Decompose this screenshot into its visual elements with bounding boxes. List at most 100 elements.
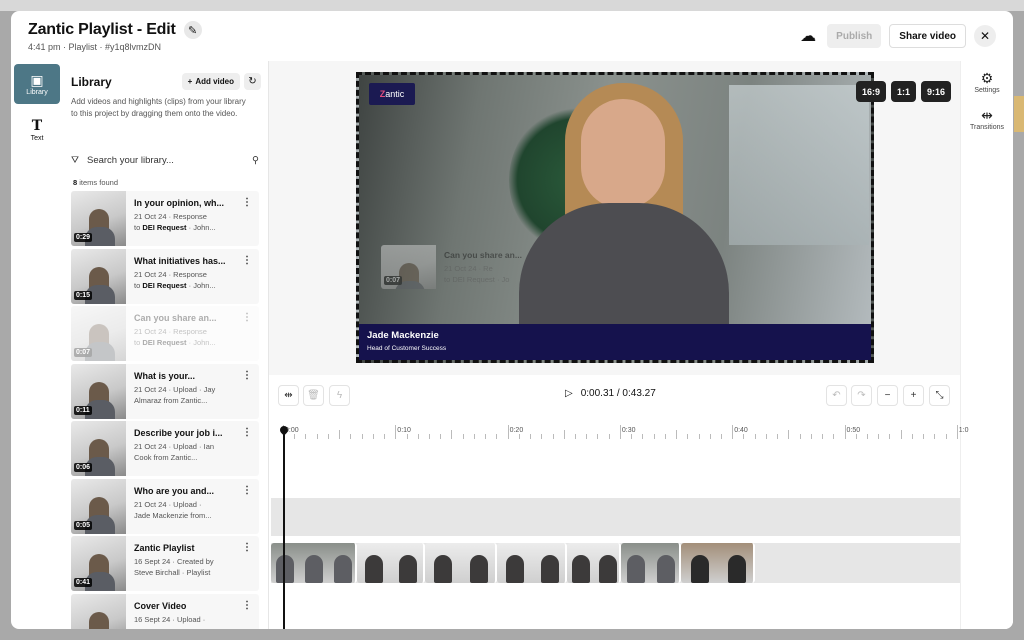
library-item-line2-pre: Steve Birchall · Playlist [134,568,211,577]
ruler-minor-tick [822,434,824,439]
more-icon[interactable]: ⋮ [242,600,252,611]
timeline-clip[interactable] [621,543,681,583]
ruler-minor-tick [788,430,790,439]
library-item-meta: 21 Oct 24 · Upload · Jay Almaraz from Zan… [134,384,236,406]
duration-badge: 0:29 [74,233,93,242]
search-icon[interactable]: ⚲ [252,155,259,166]
timeline-clip[interactable] [357,543,425,583]
ratio-9-16-button[interactable]: 9:16 [920,81,951,102]
ruler-minor-tick [496,434,498,439]
library-description: Add videos and highlights (clips) from y… [71,97,246,118]
filter-icon[interactable]: ⛛ [71,155,79,166]
library-item[interactable]: 0:15 What initiatives has... 21 Oct 24 · R… [71,248,259,304]
ruler-minor-tick [372,434,374,439]
undo-icon[interactable]: ↶ [826,385,847,406]
search-input[interactable]: Search your library... [87,155,244,166]
more-icon[interactable]: ⋮ [242,255,252,266]
redo-icon[interactable]: ↷ [851,385,872,406]
timeline-clip[interactable] [681,543,755,583]
library-item[interactable]: 0:05 Who are you and... 21 Oct 24 · Upload… [71,478,259,534]
ruler-major-tick [732,425,734,439]
rail-library[interactable]: ▣ Library [14,64,60,104]
ruler-minor-tick [720,434,722,439]
share-video-button[interactable]: Share video [889,24,966,48]
duration-badge: 0:07 [74,348,93,357]
clip-thumbnail: 0:07 [71,306,126,361]
library-item-title: Describe your job i... [134,428,223,438]
ruler-minor-tick [664,434,666,439]
library-item[interactable]: 0:29 In your opinion, wh... 21 Oct 24 · Re… [71,191,259,246]
library-item[interactable]: 0:07 Can you share an... 21 Oct 24 · Respo… [71,306,259,361]
rail-text[interactable]: T Text [14,110,60,150]
lower-third[interactable]: Jade Mackenzie Head of Customer Success [359,324,871,360]
timeline-clip[interactable] [567,543,621,583]
more-icon[interactable]: ⋮ [242,485,252,496]
publish-button[interactable]: Publish [827,24,882,48]
library-item-line1: 21 Oct 24 · Response [134,327,207,336]
ruler-major-tick [395,425,397,439]
ratio-1-1-button[interactable]: 1:1 [890,81,916,102]
playhead[interactable] [283,429,285,629]
editor-header: Zantic Playlist - Edit ✎ 4:41 pm · Playl… [11,11,1013,61]
more-icon[interactable]: ⋮ [242,312,252,323]
zoom-in-icon[interactable]: + [903,385,924,406]
ruler-minor-tick [687,434,689,439]
library-item-line1: 21 Oct 24 · Upload · Jay [134,384,216,394]
dragging-clip[interactable]: 0:07 Can you share an... 21 Oct 24 · Re … [381,245,551,289]
refresh-icon[interactable]: ↻ [244,73,261,90]
page-meta: 4:41 pm · Playlist · #y1q8lvmzDN [28,42,162,52]
clip-frame-figure [505,555,524,583]
ruler-minor-tick [339,430,341,439]
timeline: ⇹ 🗑 ϟ ▷ 0:00.31 / 0:43.27 ↶ ↷ − + ⤡ 0:00… [269,375,969,629]
library-item[interactable]: 0:41 Zantic Playlist 16 Sept 24 · Created … [71,536,259,591]
magic-icon[interactable]: ϟ [329,385,350,406]
lower-third-role: Head of Customer Success [367,345,447,352]
play-icon[interactable]: ▷ [565,388,573,399]
ruler-minor-tick [350,434,352,439]
ruler-minor-tick [810,434,812,439]
library-item[interactable]: Cover Video 16 Sept 24 · Upload · ⋮ [71,593,259,629]
ruler-label: 0:20 [509,427,524,434]
rail-library-label: Library [26,88,48,96]
overlay-track[interactable] [271,498,960,536]
more-icon[interactable]: ⋮ [242,427,252,438]
library-item[interactable]: 0:11 What is your... 21 Oct 24 · Upload · … [71,363,259,419]
more-icon[interactable]: ⋮ [242,197,252,208]
ruler-minor-tick [530,434,532,439]
clip-frame-figure [305,555,323,583]
split-icon[interactable]: ⇹ [278,385,299,406]
left-rail: ▣ Library T Text [11,61,63,629]
more-icon[interactable]: ⋮ [242,542,252,553]
timeline-clip[interactable] [425,543,497,583]
settings-button[interactable]: ⚙ Settings [961,71,1013,94]
ruler-minor-tick [631,434,633,439]
library-item-meta: 21 Oct 24 · Response to DEI Request · Joh… [134,326,236,348]
library-item[interactable]: 0:06 Describe your job i... 21 Oct 24 · Up… [71,421,259,476]
ruler-minor-tick [878,434,880,439]
trash-icon[interactable]: 🗑 [303,385,324,406]
ruler-minor-tick [462,434,464,439]
ruler-major-tick [844,425,846,439]
transitions-button[interactable]: ⇹ Transitions [961,108,1013,131]
library-item-line2-pre: Jade Mackenzie from... [134,510,212,520]
library-list: 0:29 In your opinion, wh... 21 Oct 24 · Re… [71,191,259,629]
collapse-icon[interactable]: ⤡ [929,385,950,406]
close-icon[interactable]: ✕ [974,25,996,47]
video-canvas[interactable]: Zantic 0:07 Can you share an... 21 Oct 2… [356,72,874,363]
video-track[interactable] [271,543,960,583]
add-video-button[interactable]: + Add video [181,73,240,90]
dragging-clip-text: Can you share an... 21 Oct 24 · Re to DE… [436,245,522,289]
ratio-16-9-button[interactable]: 16:9 [855,81,886,102]
library-item-line1: 21 Oct 24 · Upload · [134,499,202,509]
clip-frame-figure [598,555,617,583]
library-search[interactable]: ⛛ Search your library... ⚲ [71,151,259,169]
header-actions: ☁ Publish Share video ✕ [797,24,996,48]
timeline-ruler[interactable]: 0:00 0:10 0:20 0:30 0:40 0:50 1:0 [269,421,969,439]
library-item-meta: 16 Sept 24 · Upload · [134,614,236,625]
library-item-meta: 21 Oct 24 · Response to DEI Request · Joh… [134,269,236,291]
library-item-line2-pre: Almaraz from Zantic... [134,395,208,405]
timeline-clip[interactable] [497,543,567,583]
pencil-icon[interactable]: ✎ [183,21,202,39]
more-icon[interactable]: ⋮ [242,370,252,381]
zoom-out-icon[interactable]: − [877,385,898,406]
